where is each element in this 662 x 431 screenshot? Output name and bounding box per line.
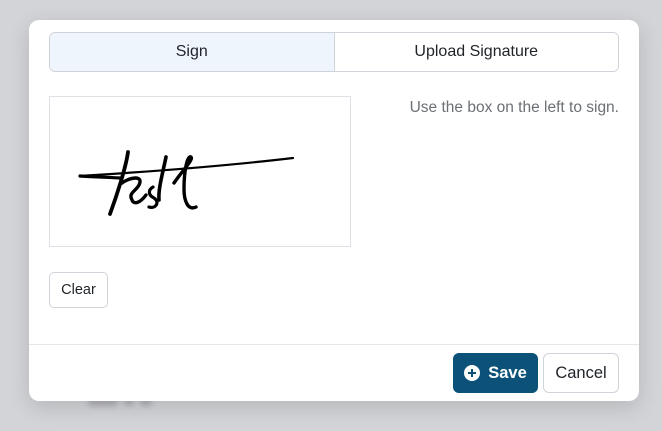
signature-dialog: Sign Upload Signature Use the box on the… [29, 20, 639, 401]
cancel-button[interactable]: Cancel [543, 353, 619, 393]
tab-upload-signature[interactable]: Upload Signature [334, 33, 618, 71]
tab-sign[interactable]: Sign [50, 33, 335, 71]
signature-mode-tabs: Sign Upload Signature [49, 32, 619, 72]
drawn-signature [78, 150, 295, 216]
signature-hint: Use the box on the left to sign. [409, 99, 619, 116]
clear-button[interactable]: Clear [49, 272, 108, 308]
signature-pad[interactable] [49, 96, 351, 247]
save-button[interactable]: Save [453, 353, 538, 393]
save-label: Save [488, 363, 527, 382]
plus-circle-icon [464, 365, 481, 381]
footer-divider [29, 344, 639, 345]
